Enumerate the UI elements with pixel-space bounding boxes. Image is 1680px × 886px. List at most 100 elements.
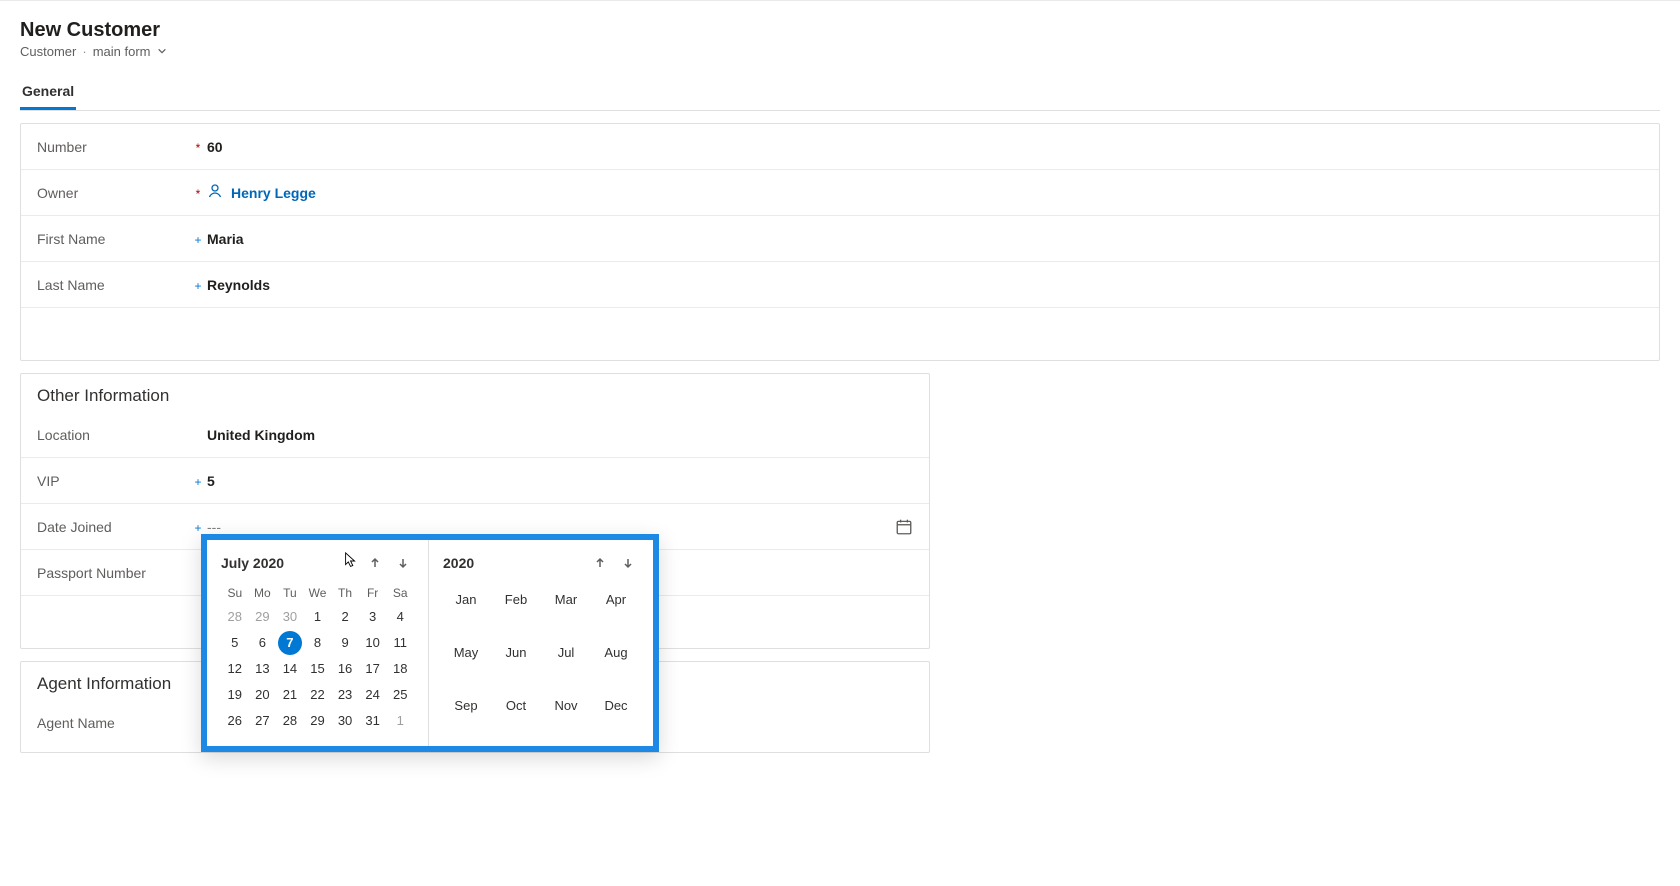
recommended-indicator: + — [193, 473, 203, 488]
calendar-year-pane: 2020 JanFebMarApr MayJunJulAug SepOctNovDe… — [429, 540, 653, 746]
calendar-day[interactable]: 18 — [388, 657, 412, 681]
form-selector-label[interactable]: main form — [93, 44, 151, 59]
calendar-day[interactable]: 22 — [305, 683, 329, 707]
calendar-month-cell[interactable]: Oct — [493, 694, 539, 717]
date-joined-value[interactable]: --- — [207, 519, 221, 535]
calendar-dow: Mo — [249, 582, 277, 604]
calendar-day[interactable]: 29 — [305, 709, 329, 733]
separator-dot: · — [82, 44, 86, 59]
calendar-day[interactable]: 30 — [333, 709, 357, 733]
number-label: Number — [37, 139, 87, 155]
calendar-month-title[interactable]: July 2020 — [221, 555, 298, 571]
calendar-month-cell[interactable]: Jun — [493, 641, 539, 664]
calendar-dow: Th — [331, 582, 359, 604]
calendar-prev-year[interactable] — [589, 552, 611, 574]
calendar-day[interactable]: 23 — [333, 683, 357, 707]
calendar-dow: Su — [221, 582, 249, 604]
calendar-day[interactable]: 13 — [250, 657, 274, 681]
calendar-month-cell[interactable]: May — [443, 641, 489, 664]
field-owner[interactable]: Owner * Henry Legge — [21, 170, 1659, 216]
calendar-month-cell[interactable]: Apr — [593, 588, 639, 611]
passport-label: Passport Number — [37, 565, 146, 581]
location-value[interactable]: United Kingdom — [207, 427, 913, 443]
first-name-label: First Name — [37, 231, 105, 247]
calendar-year-title[interactable]: 2020 — [443, 555, 583, 571]
calendar-day[interactable]: 10 — [361, 631, 385, 655]
recommended-indicator: + — [193, 277, 203, 292]
calendar-icon[interactable] — [895, 518, 913, 536]
calendar-day[interactable]: 19 — [223, 683, 247, 707]
date-joined-label: Date Joined — [37, 519, 112, 535]
calendar-day[interactable]: 28 — [223, 605, 247, 629]
calendar-month-cell[interactable]: Feb — [493, 588, 539, 611]
field-first-name[interactable]: First Name + Maria — [21, 216, 1659, 262]
calendar-day[interactable]: 17 — [361, 657, 385, 681]
calendar-day[interactable]: 29 — [250, 605, 274, 629]
calendar-day[interactable]: 9 — [333, 631, 357, 655]
calendar-day[interactable]: 6 — [250, 631, 274, 655]
calendar-day[interactable]: 25 — [388, 683, 412, 707]
calendar-month-cell[interactable]: Jan — [443, 588, 489, 611]
required-indicator: * — [193, 139, 203, 154]
tab-general[interactable]: General — [20, 77, 76, 110]
breadcrumb[interactable]: Customer · main form — [20, 44, 1660, 59]
first-name-value[interactable]: Maria — [207, 231, 1643, 247]
calendar-day[interactable]: 15 — [305, 657, 329, 681]
calendar-month-pane: July 2020 — [207, 540, 429, 746]
calendar-month-cell[interactable]: Jul — [543, 641, 589, 664]
calendar-day[interactable]: 1 — [305, 605, 329, 629]
calendar-day[interactable]: 24 — [361, 683, 385, 707]
calendar-day[interactable]: 21 — [278, 683, 302, 707]
calendar-month-cell[interactable]: Mar — [543, 588, 589, 611]
agent-name-label: Agent Name — [37, 715, 115, 731]
calendar-day[interactable]: 11 — [388, 631, 412, 655]
required-indicator: * — [193, 185, 203, 200]
cursor-icon — [304, 552, 358, 573]
calendar-day[interactable]: 5 — [223, 631, 247, 655]
last-name-label: Last Name — [37, 277, 105, 293]
calendar-day[interactable]: 27 — [250, 709, 274, 733]
calendar-dow: Tu — [276, 582, 304, 604]
calendar-month-cell[interactable]: Sep — [443, 694, 489, 717]
calendar-prev-month[interactable] — [364, 552, 386, 574]
owner-lookup[interactable]: Henry Legge — [231, 185, 316, 201]
calendar-day[interactable]: 28 — [278, 709, 302, 733]
calendar-day[interactable]: 26 — [223, 709, 247, 733]
calendar-day[interactable]: 3 — [361, 605, 385, 629]
field-last-name[interactable]: Last Name + Reynolds — [21, 262, 1659, 308]
calendar-day[interactable]: 8 — [305, 631, 329, 655]
calendar-day[interactable]: 30 — [278, 605, 302, 629]
calendar-day[interactable]: 1 — [388, 709, 412, 733]
date-picker-popup[interactable]: July 2020 — [201, 534, 659, 752]
owner-label: Owner — [37, 185, 78, 201]
page-title: New Customer — [20, 19, 1660, 42]
calendar-day[interactable]: 20 — [250, 683, 274, 707]
field-number[interactable]: Number * 60 — [21, 124, 1659, 170]
recommended-indicator: + — [193, 519, 203, 534]
location-label: Location — [37, 427, 90, 443]
calendar-next-year[interactable] — [617, 552, 639, 574]
empty-row — [21, 308, 1659, 354]
calendar-day[interactable]: 7 — [278, 631, 302, 655]
calendar-day[interactable]: 14 — [278, 657, 302, 681]
number-value[interactable]: 60 — [207, 139, 1643, 155]
calendar-day[interactable]: 2 — [333, 605, 357, 629]
calendar-day[interactable]: 4 — [388, 605, 412, 629]
last-name-value[interactable]: Reynolds — [207, 277, 1643, 293]
entity-name: Customer — [20, 44, 76, 59]
field-vip[interactable]: VIP + 5 — [21, 458, 929, 504]
tabs: General — [20, 77, 1660, 111]
field-date-joined[interactable]: Date Joined + --- July 2020 — [21, 504, 929, 550]
field-location[interactable]: Location * United Kingdom — [21, 412, 929, 458]
calendar-month-cell[interactable]: Dec — [593, 694, 639, 717]
calendar-month-cell[interactable]: Nov — [543, 694, 589, 717]
calendar-month-cell[interactable]: Aug — [593, 641, 639, 664]
calendar-day[interactable]: 12 — [223, 657, 247, 681]
calendar-day[interactable]: 16 — [333, 657, 357, 681]
chevron-down-icon[interactable] — [157, 44, 167, 59]
section-general: Number * 60 Owner * Henry Legge First — [20, 123, 1660, 361]
vip-value[interactable]: 5 — [207, 473, 913, 489]
calendar-next-month[interactable] — [392, 552, 414, 574]
calendar-dow: Fr — [359, 582, 387, 604]
calendar-day[interactable]: 31 — [361, 709, 385, 733]
